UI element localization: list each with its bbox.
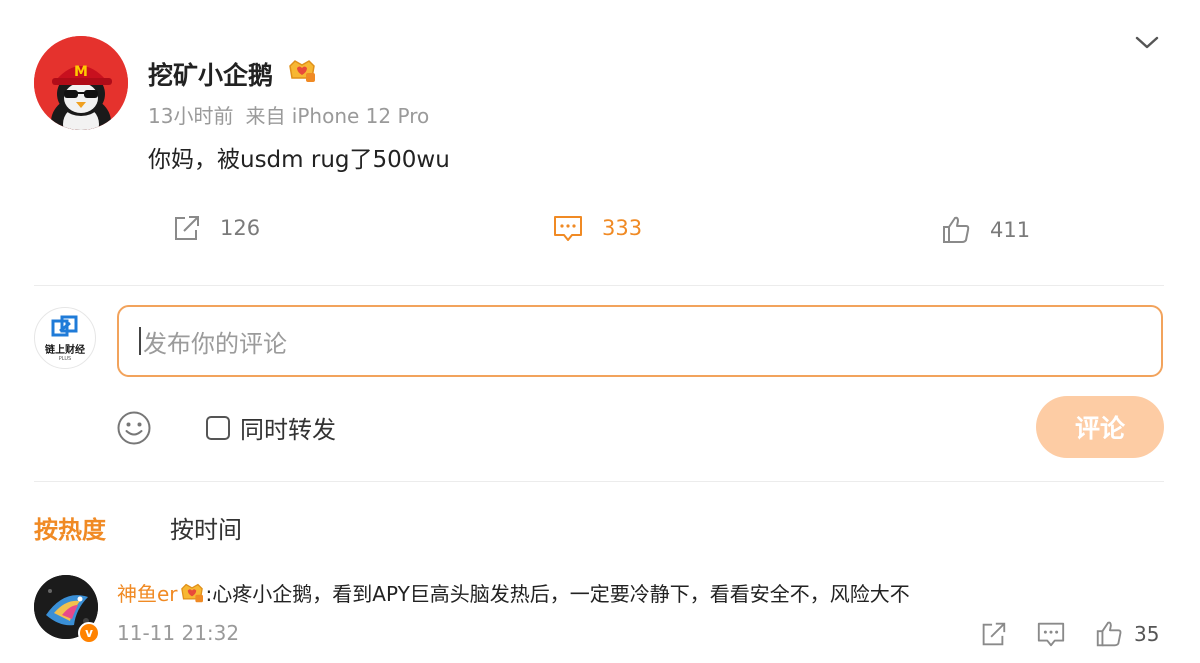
avatar-label: 链上财经: [45, 344, 85, 356]
verified-badge: v: [78, 622, 100, 644]
submit-comment-button[interactable]: 评论: [1036, 396, 1164, 458]
text-caret: [139, 327, 141, 355]
avatar-sublabel: PLUS: [58, 355, 72, 362]
comment-time: 11-11 21:32: [117, 621, 240, 645]
repost-also-checkbox[interactable]: [206, 415, 230, 440]
comment-like-button[interactable]: 35: [1094, 619, 1159, 649]
repost-button[interactable]: 126: [170, 212, 260, 244]
comment-count: 333: [602, 216, 643, 240]
post-time: 13小时前: [148, 104, 234, 128]
comment-like-count: 35: [1134, 622, 1160, 646]
comment-line: 神鱼er :心疼小企鹅，看到APY巨高头脑发热后，一定要冷静下，看看安全不，风险…: [117, 578, 910, 607]
like-count: 411: [990, 218, 1031, 242]
post-text: 你妈，被usdm rug了500wu: [148, 147, 450, 173]
comment-text: :心疼小企鹅，看到APY巨高头脑发热后，一定要冷静下，看看安全不，风险大不: [205, 582, 910, 606]
emoji-icon[interactable]: [116, 410, 152, 446]
post-source: 来自 iPhone 12 Pro: [245, 104, 430, 128]
current-user-avatar[interactable]: 链上财经 PLUS: [34, 307, 96, 369]
comment-icon[interactable]: [1036, 619, 1066, 649]
repost-also-toggle[interactable]: 同时转发: [206, 410, 336, 445]
tab-sort-hot[interactable]: 按热度: [34, 510, 106, 545]
divider: [34, 481, 1164, 482]
chain-finance-logo-icon: [51, 315, 78, 336]
post-meta: 13小时前 来自 iPhone 12 Pro: [148, 100, 429, 129]
divider: [34, 285, 1164, 286]
like-button[interactable]: 411: [940, 214, 1030, 246]
comment-input-placeholder: 发布你的评论: [143, 329, 287, 358]
author-name[interactable]: 挖矿小企鹅: [148, 56, 273, 92]
commenter-name[interactable]: 神鱼er: [117, 578, 178, 607]
comment-actions: 35: [978, 619, 1159, 649]
thumbs-up-icon: [943, 216, 970, 243]
author-avatar[interactable]: M: [34, 36, 128, 130]
repost-count: 126: [220, 216, 261, 240]
repost-also-label: 同时转发: [240, 416, 336, 444]
thumbs-up-icon: [1096, 621, 1122, 647]
comment-icon: [554, 216, 582, 241]
repost-icon[interactable]: [978, 619, 1008, 649]
tab-sort-time[interactable]: 按时间: [170, 510, 242, 545]
repost-icon: [175, 216, 199, 240]
vip-crown-icon: [180, 583, 203, 602]
comment-input[interactable]: 发布你的评论: [117, 305, 1163, 377]
chevron-down-icon[interactable]: [1134, 32, 1160, 52]
comment-button[interactable]: 333: [552, 212, 642, 244]
svg-text:M: M: [74, 64, 88, 80]
vip-crown-icon: [287, 58, 317, 84]
